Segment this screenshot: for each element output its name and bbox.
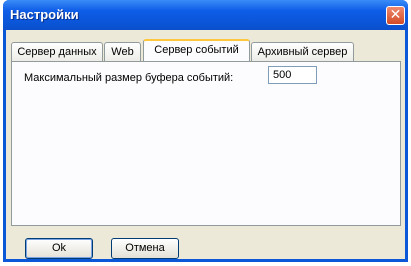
tab-label: Web xyxy=(111,46,134,58)
tab-event-server[interactable]: Сервер событий xyxy=(143,39,250,61)
cancel-button[interactable]: Отмена xyxy=(111,238,179,259)
tab-data-server[interactable]: Сервер данных xyxy=(11,42,103,62)
tab-label: Архивный сервер xyxy=(257,46,348,58)
dialog-client-area: Сервер данных Web Сервер событий Архивны… xyxy=(6,30,405,259)
title-bar[interactable]: Настройки ✕ xyxy=(3,0,408,30)
tab-label: Сервер событий xyxy=(154,44,239,56)
tab-archive-server[interactable]: Архивный сервер xyxy=(251,42,354,62)
ok-button[interactable]: Ok xyxy=(25,238,93,259)
tab-web[interactable]: Web xyxy=(104,42,141,62)
tab-label: Сервер данных xyxy=(17,46,97,58)
buffer-size-input[interactable] xyxy=(268,66,317,84)
close-button[interactable]: ✕ xyxy=(386,6,405,25)
settings-dialog: Настройки ✕ Сервер данных Web Сервер соб… xyxy=(3,0,408,262)
window-title: Настройки xyxy=(10,7,79,22)
buffer-size-label: Максимальный размер буфера событий: xyxy=(24,72,234,84)
tab-panel-event-server xyxy=(11,61,401,226)
close-icon: ✕ xyxy=(389,7,402,23)
